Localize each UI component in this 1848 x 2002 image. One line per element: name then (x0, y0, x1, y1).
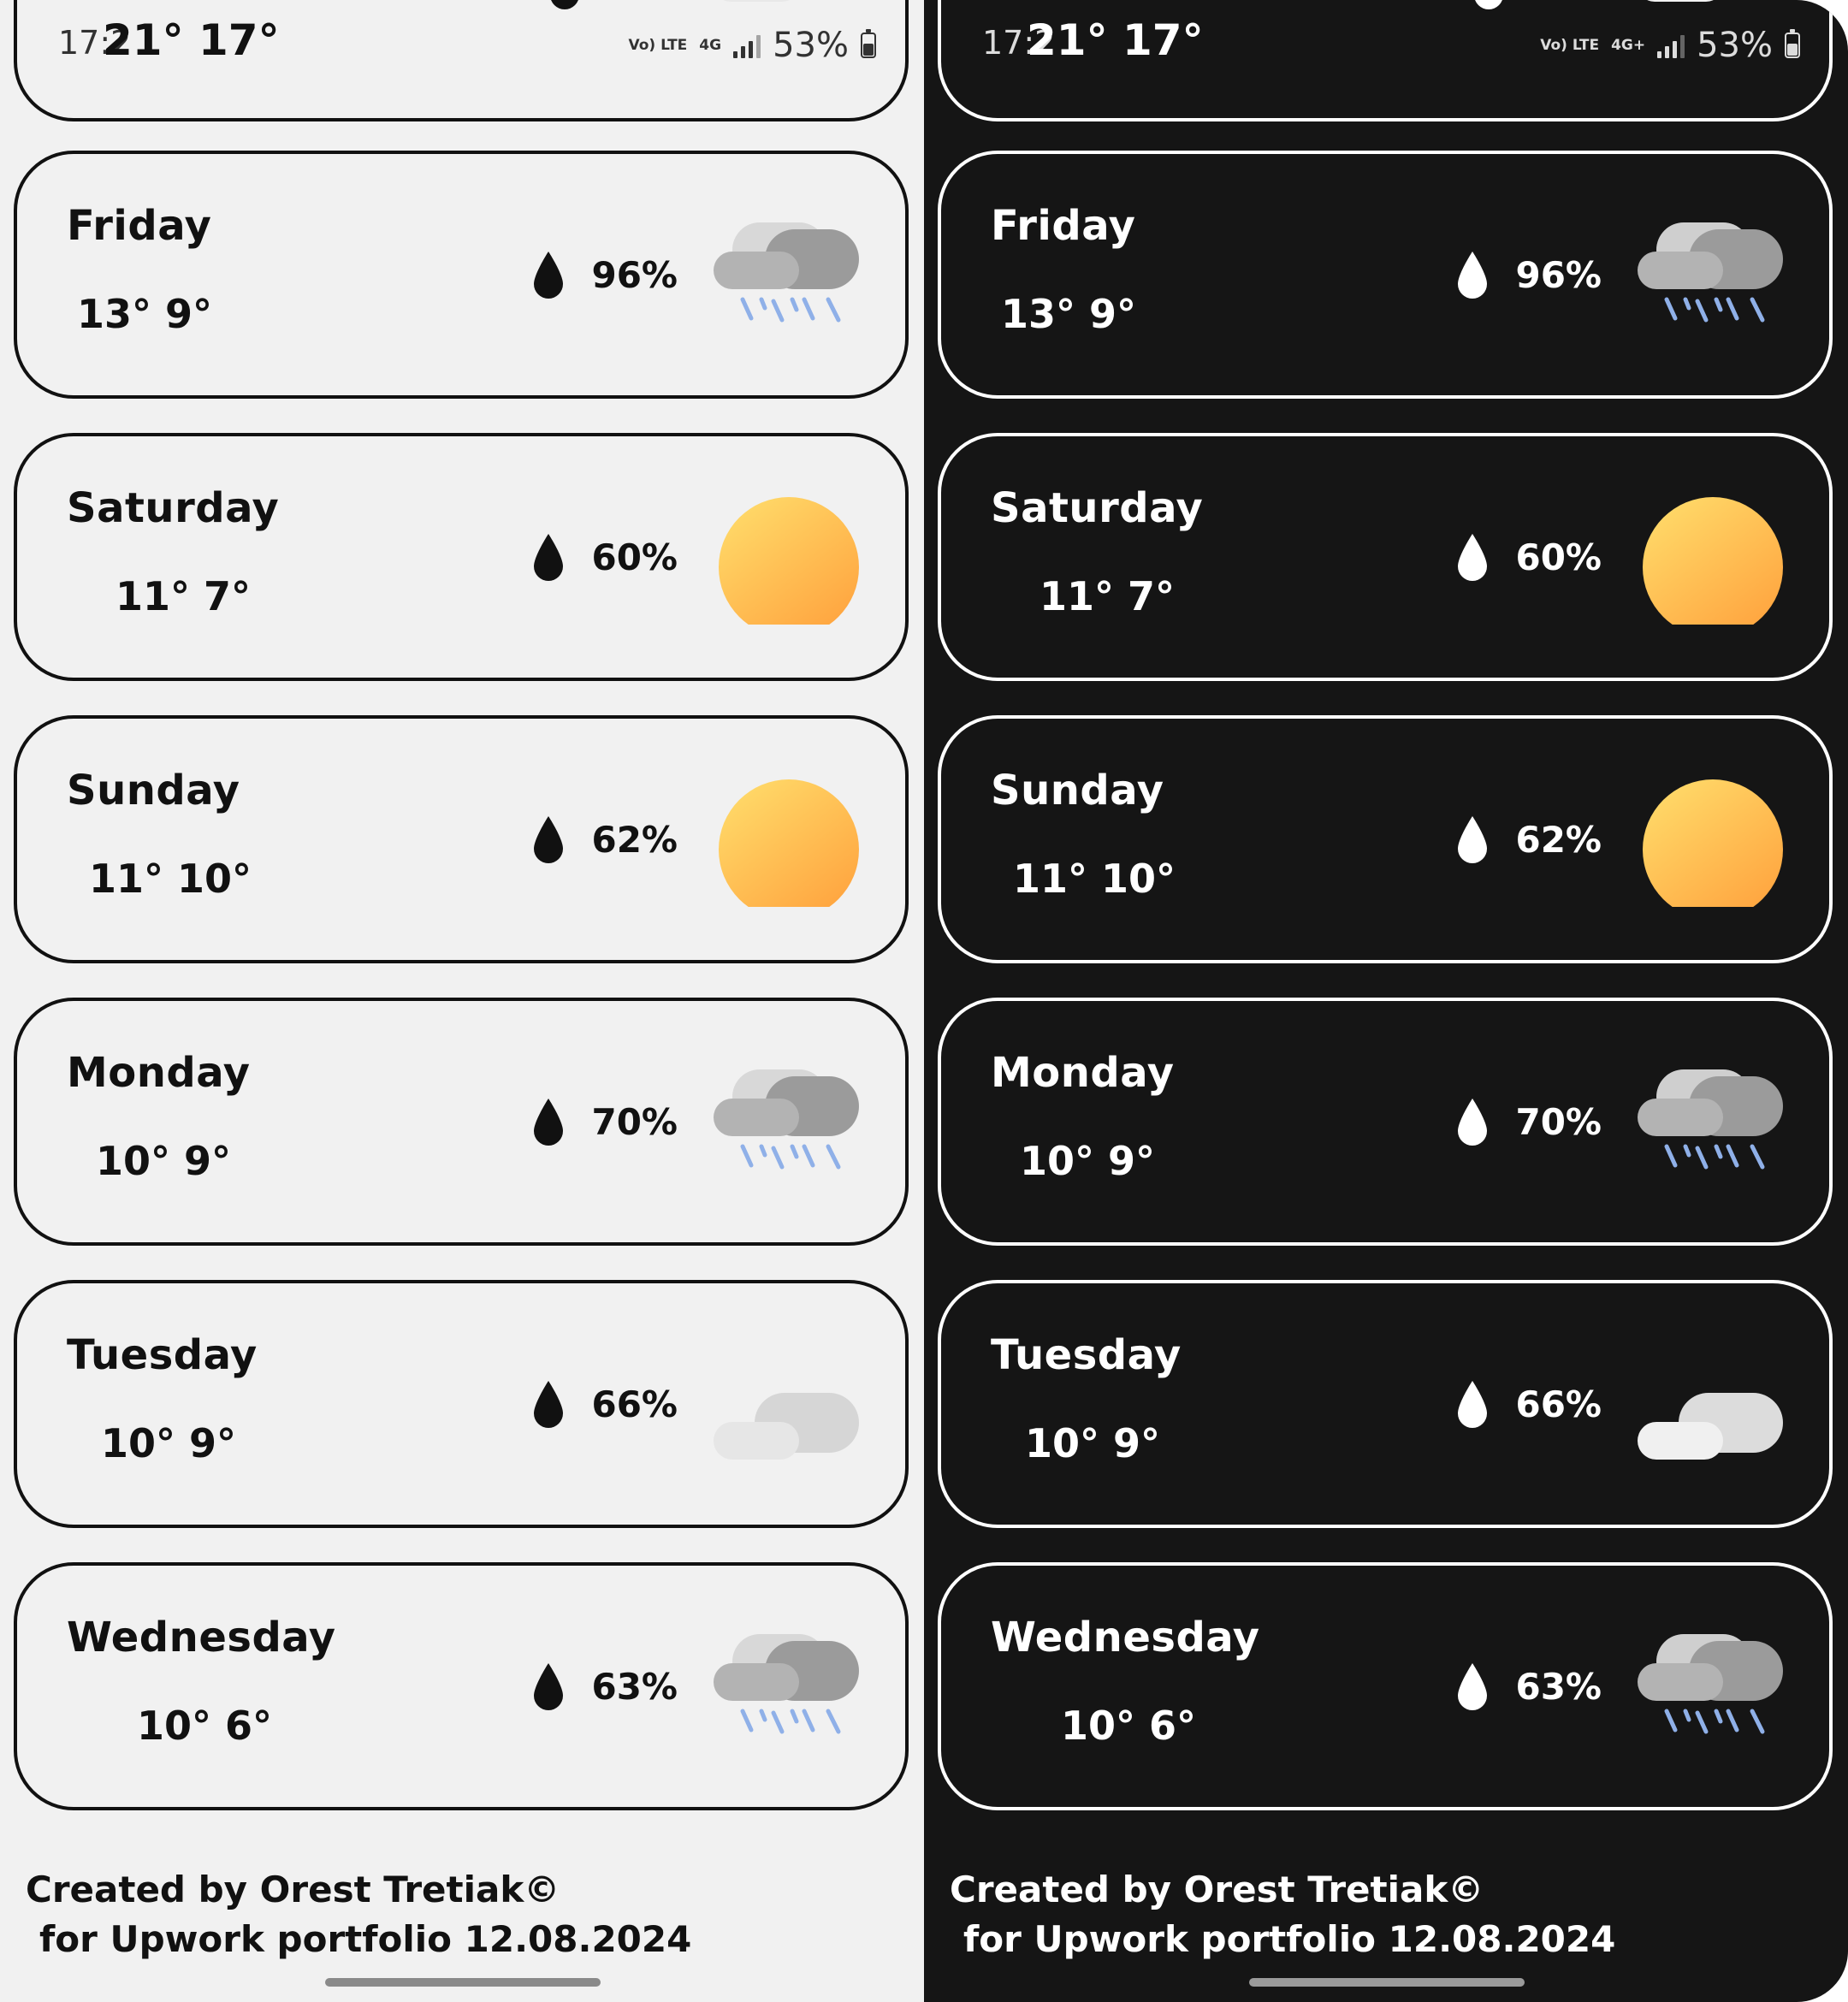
day-name: Tuesday (991, 1331, 1182, 1379)
forecast-card-tuesday[interactable]: Tuesday 10° 9° 66% (938, 1280, 1833, 1528)
precipitation: 66% (531, 1379, 678, 1429)
credits: Created by Orest Tretiak© for Upwork por… (950, 1865, 1615, 1964)
precip-value: 62% (1515, 818, 1602, 861)
forecast-card-saturday[interactable]: Saturday 11° 7° 60% (938, 433, 1833, 681)
home-indicator[interactable] (1249, 1978, 1525, 1987)
raindrop-icon (1455, 1661, 1490, 1711)
network-type-icon: 4G (699, 36, 722, 54)
precip-value: 96% (591, 253, 678, 296)
precipitation: 96% (1455, 250, 1602, 299)
raindrop-icon (1455, 532, 1490, 582)
day-name: Wednesday (67, 1614, 336, 1661)
raindrop-icon (531, 1379, 566, 1429)
raindrop-icon (1455, 250, 1490, 299)
forecast-card-friday[interactable]: Friday 13° 9° 96% (14, 151, 909, 399)
temperature-range: 13° 9° (1001, 291, 1137, 337)
scrolled-temps: 21° 17° (1027, 15, 1204, 65)
precipitation: 63% (1455, 1661, 1602, 1711)
day-name: Saturday (67, 484, 280, 532)
day-name: Saturday (991, 484, 1204, 532)
raindrop-icon (531, 250, 566, 299)
day-name: Monday (67, 1049, 251, 1097)
precip-value: 60% (591, 536, 678, 578)
day-name: Sunday (991, 767, 1164, 814)
forecast-card-monday[interactable]: Monday 10° 9° 70% (938, 998, 1833, 1246)
day-name: Sunday (67, 767, 240, 814)
day-name: Friday (991, 202, 1136, 250)
precip-value: 60% (1515, 536, 1602, 578)
raindrop-icon (531, 532, 566, 582)
temperature-range: 10° 9° (1020, 1138, 1156, 1184)
temperature-range: 10° 9° (1025, 1420, 1161, 1466)
precip-value: 63% (1515, 1665, 1602, 1708)
precipitation: 60% (1455, 532, 1602, 582)
battery-icon (861, 29, 876, 58)
precipitation: 60% (531, 532, 678, 582)
temperature-range: 10° 9° (96, 1138, 232, 1184)
forecast-card-wednesday[interactable]: Wednesday 10° 6° 63% (938, 1562, 1833, 1810)
volte-icon: Vo) LTE (1540, 36, 1600, 54)
temperature-range: 10° 9° (101, 1420, 237, 1466)
precipitation: 63% (531, 1661, 678, 1711)
battery-percent: 53% (1697, 26, 1773, 65)
forecast-card-tuesday[interactable]: Tuesday 10° 9° 66% (14, 1280, 909, 1528)
signal-icon (1657, 33, 1685, 58)
precip-value: 96% (1515, 253, 1602, 296)
day-name: Friday (67, 202, 212, 250)
temperature-range: 11° 10° (1013, 856, 1176, 902)
raindrop-icon (531, 814, 566, 864)
temperature-range: 10° 6° (1061, 1703, 1197, 1749)
temperature-range: 11° 10° (89, 856, 252, 902)
day-name: Monday (991, 1049, 1175, 1097)
raindrop-icon (531, 1661, 566, 1711)
dark-theme-panel: 62% 17:2 21° 17° Vo) LTE 4G+ 53% Friday … (924, 0, 1848, 2002)
precipitation: 70% (1455, 1097, 1602, 1146)
precipitation: 66% (1455, 1379, 1602, 1429)
light-theme-panel: 62% 17:2 21° 17° Vo) LTE 4G 53% Friday 1… (0, 0, 924, 2002)
precip-value: 63% (591, 1665, 678, 1708)
raindrop-icon (1455, 814, 1490, 864)
credits-line-2: for Upwork portfolio 12.08.2024 (39, 1918, 692, 1960)
day-name: Tuesday (67, 1331, 258, 1379)
precip-value: 70% (591, 1100, 678, 1143)
precip-value: 70% (1515, 1100, 1602, 1143)
precip-value: 66% (591, 1383, 678, 1425)
forecast-card-monday[interactable]: Monday 10° 9° 70% (14, 998, 909, 1246)
credits-line-2: for Upwork portfolio 12.08.2024 (963, 1918, 1616, 1960)
home-indicator[interactable] (325, 1978, 601, 1987)
precipitation: 62% (1455, 814, 1602, 864)
raindrop-icon (531, 1097, 566, 1146)
forecast-card-sunday[interactable]: Sunday 11° 10° 62% (938, 715, 1833, 963)
precipitation: 62% (531, 814, 678, 864)
battery-icon (1785, 29, 1800, 58)
credits: Created by Orest Tretiak© for Upwork por… (26, 1865, 691, 1964)
precipitation: 96% (531, 250, 678, 299)
forecast-card-saturday[interactable]: Saturday 11° 7° 60% (14, 433, 909, 681)
temperature-range: 11° 7° (116, 573, 252, 619)
day-name: Wednesday (991, 1614, 1260, 1661)
temperature-range: 13° 9° (77, 291, 213, 337)
raindrop-icon (1455, 1097, 1490, 1146)
precipitation: 70% (531, 1097, 678, 1146)
network-type-icon: 4G+ (1611, 36, 1646, 54)
battery-percent: 53% (773, 26, 849, 65)
status-bar: 17:2 21° 17° Vo) LTE 4G+ 53% (924, 0, 1848, 86)
credits-line-1: Created by Orest Tretiak© (950, 1869, 1484, 1910)
forecast-card-sunday[interactable]: Sunday 11° 10° 62% (14, 715, 909, 963)
forecast-card-wednesday[interactable]: Wednesday 10° 6° 63% (14, 1562, 909, 1810)
forecast-card-friday[interactable]: Friday 13° 9° 96% (938, 151, 1833, 399)
raindrop-icon (1455, 1379, 1490, 1429)
credits-line-1: Created by Orest Tretiak© (26, 1869, 560, 1910)
status-bar: 17:2 21° 17° Vo) LTE 4G 53% (0, 0, 924, 86)
temperature-range: 10° 6° (137, 1703, 273, 1749)
volte-icon: Vo) LTE (628, 36, 688, 54)
scrolled-temps: 21° 17° (103, 15, 280, 65)
temperature-range: 11° 7° (1040, 573, 1176, 619)
signal-icon (733, 33, 761, 58)
precip-value: 62% (591, 818, 678, 861)
precip-value: 66% (1515, 1383, 1602, 1425)
